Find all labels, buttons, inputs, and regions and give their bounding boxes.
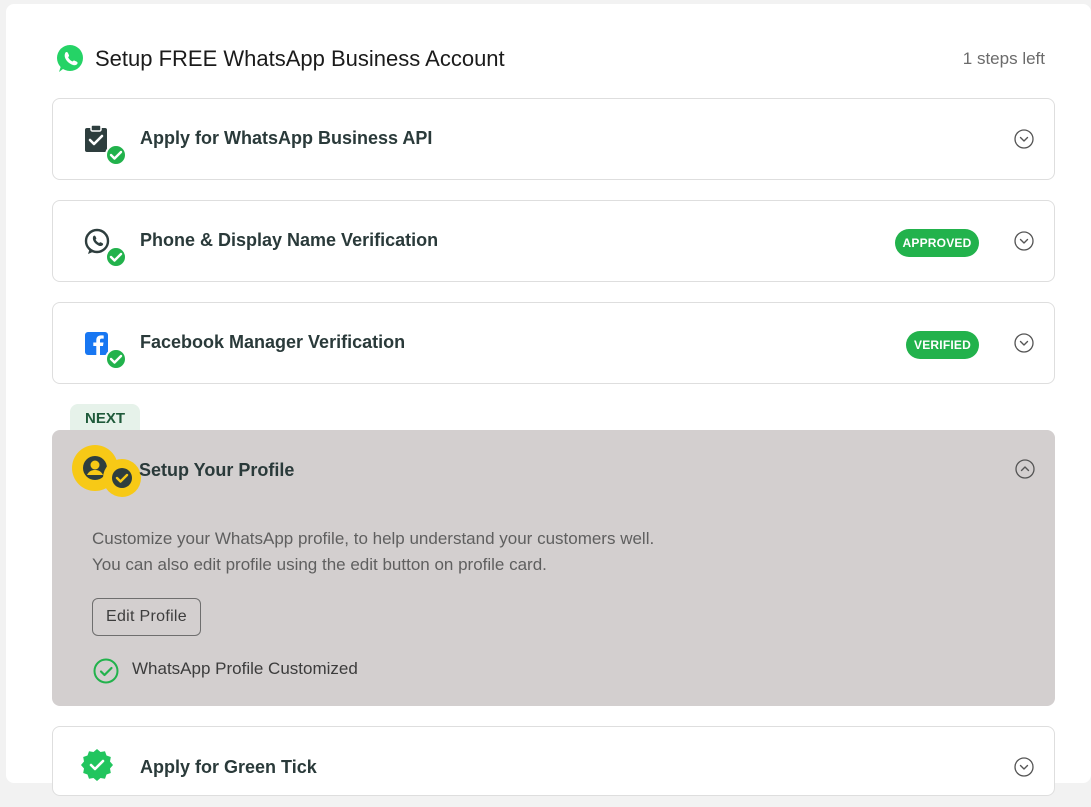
- completed-item-label: WhatsApp Profile Customized: [132, 659, 358, 678]
- step-label: Setup Your Profile: [139, 460, 295, 480]
- step-card-facebook-verification[interactable]: Facebook Manager Verification VERIFIED: [52, 302, 1055, 384]
- whatsapp-phone-icon: [81, 224, 129, 268]
- check-circle-icon: [93, 658, 119, 684]
- chevron-down-icon[interactable]: [1014, 757, 1034, 777]
- profile-icon: [70, 444, 144, 500]
- chevron-up-icon[interactable]: [1015, 459, 1035, 479]
- edit-profile-button[interactable]: Edit Profile: [92, 598, 201, 636]
- whatsapp-logo-icon: [54, 43, 86, 75]
- step-label: Apply for WhatsApp Business API: [140, 128, 433, 148]
- setup-header: Setup FREE WhatsApp Business Account 1 s…: [54, 42, 1054, 78]
- step-card-green-tick[interactable]: Apply for Green Tick: [52, 726, 1055, 796]
- step-label: Facebook Manager Verification: [140, 332, 406, 352]
- step-label: Phone & Display Name Verification: [140, 230, 439, 250]
- clipboard-check-icon: [81, 122, 129, 166]
- chevron-down-icon[interactable]: [1014, 129, 1034, 149]
- description-line: You can also edit profile using the edit…: [92, 555, 547, 574]
- step-label: Apply for Green Tick: [140, 757, 317, 777]
- chevron-down-icon[interactable]: [1014, 231, 1034, 251]
- status-badge-verified: VERIFIED: [906, 331, 979, 359]
- steps-left-counter: 1 steps left: [962, 49, 1045, 68]
- step-description: Customize your WhatsApp profile, to help…: [92, 526, 654, 578]
- verified-badge-icon: [81, 747, 129, 791]
- step-card-apply-api[interactable]: Apply for WhatsApp Business API: [52, 98, 1055, 180]
- step-card-setup-profile: Setup Your Profile Customize your WhatsA…: [52, 430, 1055, 706]
- page-title: Setup FREE WhatsApp Business Account: [95, 46, 505, 71]
- facebook-icon: [81, 326, 129, 370]
- description-line: Customize your WhatsApp profile, to help…: [92, 529, 655, 548]
- status-badge-approved: APPROVED: [895, 229, 979, 257]
- step-card-phone-verification[interactable]: Phone & Display Name Verification APPROV…: [52, 200, 1055, 282]
- chevron-down-icon[interactable]: [1014, 333, 1034, 353]
